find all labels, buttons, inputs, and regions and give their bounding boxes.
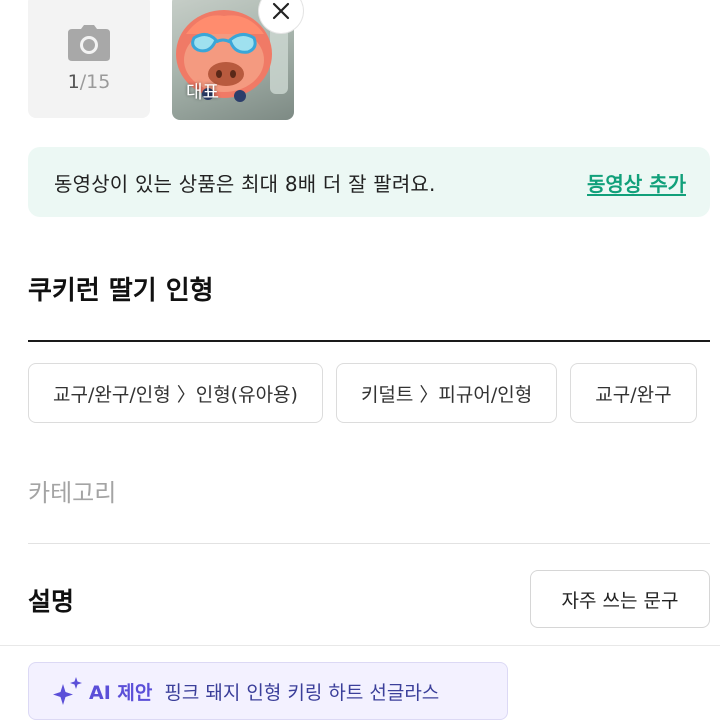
title-input[interactable]: 쿠키런 딸기 인형 bbox=[28, 258, 710, 342]
photo-count: 1/15 bbox=[68, 71, 111, 93]
category-suggestion-chip[interactable]: 키덜트 〉피규어/인형 bbox=[335, 363, 558, 423]
category-suggestion-chip[interactable]: 교구/완구 bbox=[570, 363, 697, 423]
add-video-link[interactable]: 동영상 추가 bbox=[587, 168, 686, 197]
sparkle-icon bbox=[53, 677, 82, 705]
representative-badge: 대표 bbox=[186, 82, 220, 103]
ai-suggestion-button[interactable]: AI 제안 핑크 돼지 인형 키링 하트 선글라스 bbox=[28, 662, 508, 720]
photo-count-max: /15 bbox=[79, 71, 111, 93]
camera-icon bbox=[68, 25, 110, 61]
description-label: 설명 bbox=[28, 587, 75, 616]
frequent-phrases-button[interactable]: 자주 쓰는 문구 bbox=[530, 570, 710, 628]
divider bbox=[0, 645, 720, 646]
ai-suggestion-label: AI 제안 bbox=[89, 681, 153, 704]
video-notice-banner: 동영상이 있는 상품은 최대 8배 더 잘 팔려요. 동영상 추가 bbox=[28, 147, 710, 217]
photo-count-current: 1 bbox=[67, 71, 80, 93]
ai-suggestion-text: 핑크 돼지 인형 키링 하트 선글라스 bbox=[164, 681, 440, 704]
category-select[interactable]: 카테고리 bbox=[28, 447, 710, 544]
category-suggestion-chip[interactable]: 교구/완구/인형 〉인형(유아용) bbox=[28, 363, 323, 423]
category-suggestion-list: 교구/완구/인형 〉인형(유아용) 키덜트 〉피규어/인형 교구/완구 bbox=[28, 363, 697, 423]
video-notice-text: 동영상이 있는 상품은 최대 8배 더 잘 팔려요. bbox=[54, 171, 436, 196]
add-photo-button[interactable]: 1/15 bbox=[28, 0, 150, 118]
close-icon bbox=[272, 2, 290, 20]
